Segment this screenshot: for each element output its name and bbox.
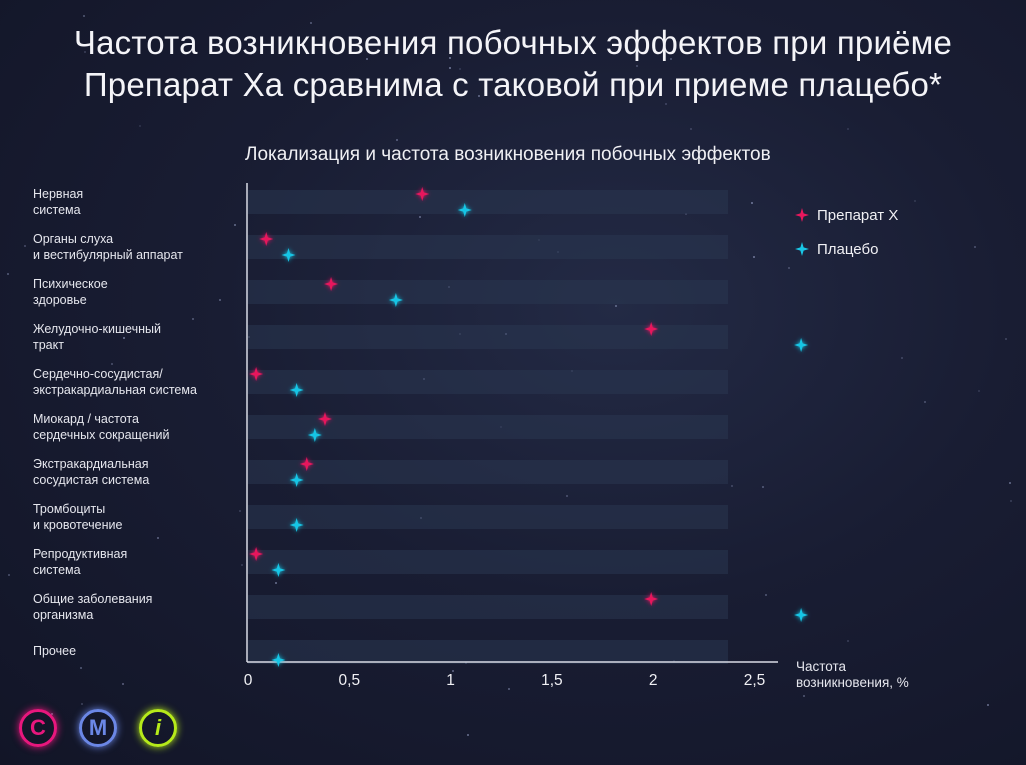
- x-tick-label: 1: [446, 672, 455, 689]
- legend-item-drug: Препарат X: [793, 198, 898, 232]
- category-band: [248, 640, 728, 664]
- category-label: Экстракардиальная сосудистая система: [33, 457, 150, 487]
- category-label: Органы слуха и вестибулярный аппарат: [33, 232, 183, 262]
- category-band: [248, 550, 728, 574]
- info-button[interactable]: i: [139, 709, 177, 747]
- c-circle-button[interactable]: C: [19, 709, 57, 747]
- x-tick-label: 0,5: [338, 672, 361, 689]
- category-band: [248, 370, 728, 394]
- star-marker-icon: [795, 208, 809, 222]
- m-circle-button[interactable]: M: [79, 709, 117, 747]
- legend-label-drug: Препарат X: [817, 206, 899, 224]
- category-label: Нервная система: [33, 187, 84, 217]
- c-circle-icon: C: [30, 715, 46, 740]
- category-band: [248, 235, 728, 259]
- x-tick-label: 2,5: [743, 672, 766, 689]
- legend-item-placebo: Плацебо: [793, 232, 898, 266]
- category-label: Сердечно-сосудистая/ экстракардиальная с…: [33, 367, 197, 397]
- category-label: Желудочно-кишечный тракт: [33, 322, 161, 352]
- category-label: Репродуктивная система: [33, 547, 128, 577]
- info-circle-icon: i: [154, 715, 162, 740]
- data-point-star: [794, 608, 809, 622]
- x-tick-label: 0: [243, 672, 253, 689]
- x-axis-title: Частота возникновения, %: [796, 659, 909, 690]
- category-band: [248, 505, 728, 529]
- star-marker-icon: [795, 242, 809, 256]
- legend: Препарат X Плацебо: [793, 198, 898, 266]
- category-label: Психическое здоровье: [33, 277, 108, 307]
- category-label: Прочее: [33, 644, 77, 658]
- data-point-star: [794, 338, 809, 352]
- category-label: Тромбоциты и кровотечение: [33, 502, 123, 532]
- category-label: Общие заболевания организма: [33, 592, 153, 622]
- x-tick-label: 1,5: [541, 672, 563, 689]
- x-tick-label: 2: [648, 672, 658, 689]
- legend-label-placebo: Плацебо: [817, 240, 879, 258]
- category-label: Миокард / частота сердечных сокращений: [33, 412, 170, 442]
- category-band: [248, 460, 728, 484]
- m-circle-icon: M: [88, 715, 108, 740]
